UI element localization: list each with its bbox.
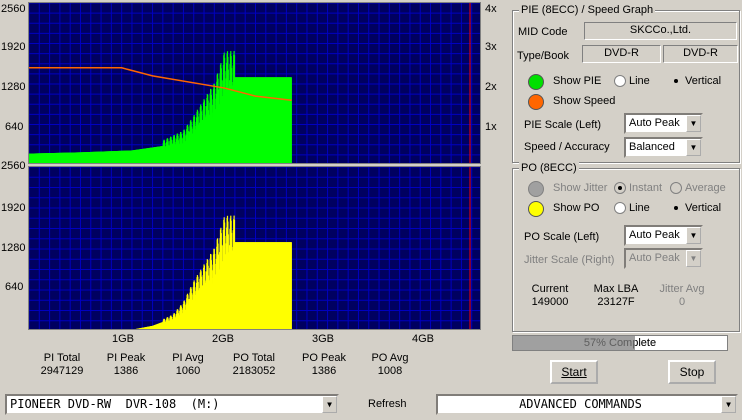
jitter-color-indicator: [528, 181, 544, 197]
stat-pi-avg: PI Avg 1060: [172, 352, 204, 377]
stat-pi-peak: PI Peak 1386: [106, 352, 146, 377]
show-po-toggle[interactable]: Show PO: [553, 202, 599, 214]
speed-tick: 3x: [485, 41, 497, 53]
chevron-down-icon: ▼: [721, 396, 736, 413]
po-vertical-radio[interactable]: [670, 202, 682, 214]
chevron-down-icon: ▼: [686, 227, 701, 244]
chevron-down-icon: ▼: [686, 250, 701, 267]
show-jitter-toggle: Show Jitter: [553, 182, 608, 194]
stat-po-avg: PO Avg 1008: [371, 352, 409, 377]
progress-text: 57% Complete: [583, 337, 657, 349]
x-tick: 3GB: [312, 333, 335, 345]
progress-bar: 57% Complete: [512, 335, 728, 351]
jitter-scale-label: Jitter Scale (Right): [524, 254, 615, 266]
speed-color-indicator[interactable]: [528, 94, 544, 110]
chevron-down-icon: ▼: [686, 139, 701, 156]
pie-y-tick: 1920: [1, 41, 26, 53]
pie-color-indicator[interactable]: [528, 74, 544, 90]
jitter-instant-label: Instant: [629, 182, 663, 194]
pie-panel-title: PIE (8ECC) / Speed Graph: [519, 4, 656, 16]
x-tick: 1GB: [112, 333, 135, 345]
po-graph: [28, 166, 481, 330]
pie-y-tick: 1280: [1, 81, 26, 93]
stat-po-peak: PO Peak 1386: [301, 352, 347, 377]
po-line-radio[interactable]: [614, 202, 626, 214]
pie-vertical-radio[interactable]: [670, 75, 682, 87]
pie-scale-label: PIE Scale (Left): [524, 119, 602, 131]
show-speed-toggle[interactable]: Show Speed: [553, 95, 615, 107]
disc-type-value: DVD-R: [582, 45, 661, 63]
po-color-indicator[interactable]: [528, 201, 544, 217]
stop-button[interactable]: Stop: [668, 360, 716, 384]
speed-accuracy-label: Speed / Accuracy: [524, 141, 610, 153]
jitter-scale-select: Auto Peak ▼: [624, 248, 703, 269]
po-y-tick: 1280: [1, 242, 26, 254]
jitter-instant-radio: [614, 182, 626, 194]
pie-speed-graph: [28, 2, 481, 164]
po-y-tick: 2560: [1, 160, 26, 172]
mid-code-value: SKCCo.,Ltd.: [584, 22, 737, 40]
speed-accuracy-select[interactable]: Balanced ▼: [624, 137, 703, 158]
jitter-average-label: Average: [685, 182, 726, 194]
x-tick: 2GB: [212, 333, 235, 345]
po-y-tick: 1920: [1, 202, 26, 214]
x-tick: 4GB: [412, 333, 435, 345]
po-panel-title: PO (8ECC): [519, 162, 579, 174]
po-vertical-label: Vertical: [685, 202, 722, 214]
max-lba: Max LBA 23127F: [593, 283, 639, 308]
speed-tick: 1x: [485, 121, 497, 133]
start-button[interactable]: Start: [550, 360, 598, 384]
stat-po-total: PO Total 2183052: [232, 352, 276, 377]
commands-select[interactable]: ADVANCED COMMANDS ▼: [436, 394, 738, 415]
speed-tick: 2x: [485, 81, 497, 93]
po-scale-select[interactable]: Auto Peak ▼: [624, 225, 703, 246]
pie-line-radio[interactable]: [614, 75, 626, 87]
pie-scale-select[interactable]: Auto Peak ▼: [624, 113, 703, 134]
po-line-label: Line: [629, 202, 650, 214]
pie-vertical-label: Vertical: [685, 75, 722, 87]
po-scale-label: PO Scale (Left): [524, 231, 600, 243]
current-lba: Current 149000: [531, 283, 569, 308]
mid-code-label: MID Code: [518, 26, 568, 38]
refresh-button[interactable]: Refresh: [368, 398, 407, 410]
chevron-down-icon: ▼: [686, 115, 701, 132]
book-type-value: DVD-R: [663, 45, 738, 63]
stat-pi-total: PI Total 2947129: [40, 352, 84, 377]
drive-select[interactable]: PIONEER DVD-RW DVR-108 (M:) ▼: [5, 394, 339, 415]
pie-y-tick: 2560: [1, 3, 26, 15]
show-pie-toggle[interactable]: Show PIE: [553, 75, 601, 87]
pie-line-label: Line: [629, 75, 650, 87]
speed-tick: 4x: [485, 3, 497, 15]
type-book-label: Type/Book: [517, 50, 569, 62]
jitter-avg: Jitter Avg 0: [659, 283, 705, 308]
jitter-average-radio: [670, 182, 682, 194]
chevron-down-icon: ▼: [322, 396, 337, 413]
